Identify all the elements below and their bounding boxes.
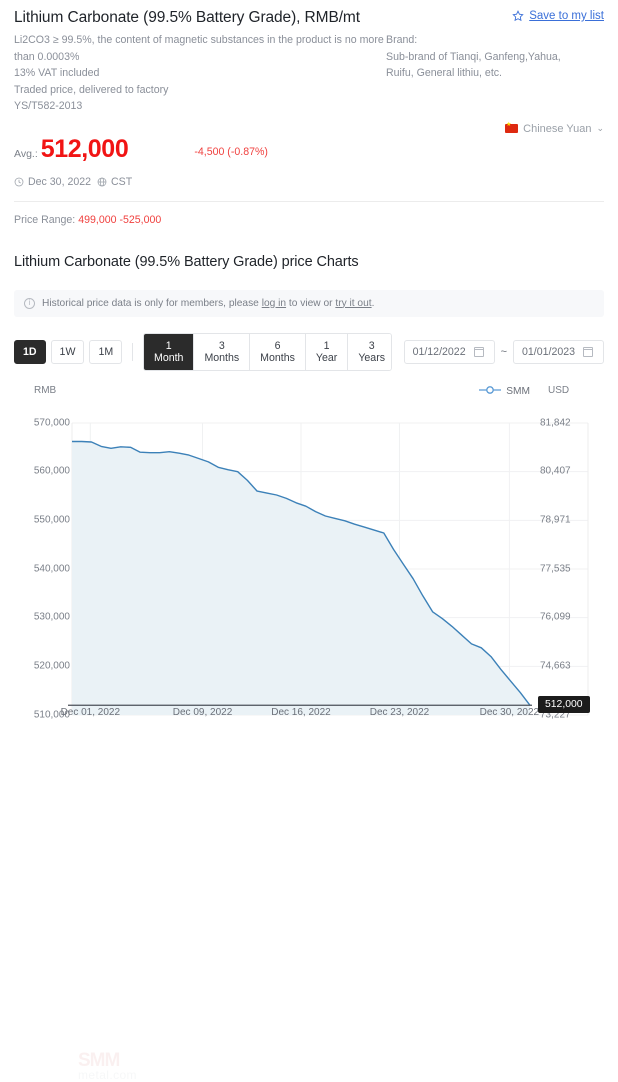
- price-date-label: Dec 30, 2022: [28, 175, 92, 188]
- notice-text: Historical price data is only for member…: [42, 298, 374, 309]
- notice-post: .: [371, 297, 375, 309]
- x-axis-tick: Dec 23, 2022: [369, 706, 430, 718]
- spec-line: than 0.0003%: [14, 50, 80, 63]
- star-icon: [512, 10, 524, 22]
- price-range-label: Price Range:: [14, 213, 76, 226]
- members-notice: i Historical price data is only for memb…: [14, 289, 604, 317]
- date-range-separator: ~: [500, 345, 507, 358]
- x-axis-tick: Dec 09, 2022: [172, 706, 233, 718]
- brand-label: Brand:: [386, 34, 418, 46]
- chevron-down-icon: ⌄: [596, 123, 604, 133]
- chart-section-title: Lithium Carbonate (99.5% Battery Grade) …: [14, 253, 359, 270]
- price-timezone: CST: [97, 176, 132, 188]
- date-from-input[interactable]: 01/12/2022: [403, 339, 495, 364]
- save-to-my-list-label: Save to my list: [529, 10, 604, 22]
- price-chart[interactable]: RMB USD SMM SMM metal.com 570,000 560,000…: [0, 385, 618, 1082]
- date-to-input[interactable]: 01/01/2023: [513, 339, 604, 364]
- info-icon: i: [24, 297, 35, 309]
- spec-line: YS/T582-2013: [14, 100, 83, 112]
- range-button-3-years[interactable]: 3 Years: [348, 333, 391, 370]
- y-axis-right-tick: 77,535: [540, 563, 571, 574]
- notice-mid: to view or: [288, 297, 333, 309]
- watermark-line-2: metal.com: [78, 1067, 137, 1082]
- calendar-icon: [473, 346, 484, 357]
- notice-pre: Historical price data is only for member…: [42, 297, 259, 309]
- range-button-6-months[interactable]: 6 Months: [250, 333, 306, 370]
- price-change: -4,500 (-0.87%): [194, 145, 268, 158]
- range-button-1-month[interactable]: 1 Month: [144, 333, 195, 370]
- avg-price-value: 512,000: [40, 134, 129, 163]
- price-range-value: 499,000 -525,000: [78, 213, 162, 226]
- date-from-value: 01/12/2022: [412, 345, 466, 358]
- spec-line: Li2CO3 ≥ 99.5%, the content of magnetic …: [14, 34, 384, 46]
- spec-line: Sub-brand of Tianqi, Ganfeng,Yahua,: [386, 50, 561, 63]
- watermark-line-1: SMM: [78, 1049, 120, 1071]
- price-range-row: Price Range: 499,000 -525,000: [0, 202, 618, 226]
- y-axis-left-tick: 570,000: [33, 417, 70, 428]
- chart-canvas: [68, 422, 589, 715]
- date-range-picker: 01/12/2022 ~ 01/01/2023: [403, 339, 604, 364]
- price-summary: Avg.: 512,000 -4,500 (-0.87%) Chinese Yu…: [0, 115, 618, 162]
- y-axis-right-tick: 76,099: [540, 611, 571, 623]
- price-meta: Dec 30, 2022 CST: [0, 162, 618, 188]
- log-in-link[interactable]: log in: [262, 298, 286, 309]
- range-button-3-months[interactable]: 3 Months: [194, 333, 251, 370]
- price-date: Dec 30, 2022: [14, 176, 91, 188]
- interval-button-1d[interactable]: 1D: [14, 339, 46, 364]
- date-to-value: 01/01/2023: [522, 345, 576, 358]
- avg-label: Avg.:: [14, 147, 38, 160]
- y-axis-left-tick: 520,000: [33, 660, 70, 672]
- try-it-out-link[interactable]: try it out: [335, 298, 371, 309]
- clock-icon: [14, 177, 24, 187]
- chart-watermark: SMM metal.com: [78, 1049, 137, 1082]
- chart-value-tooltip: 512,000: [538, 695, 590, 713]
- y-axis-right-tick: 78,971: [540, 514, 571, 526]
- control-divider: [132, 342, 133, 361]
- spec-line: 13% VAT included: [14, 67, 100, 79]
- x-axis-tick: Dec 30, 2022: [479, 706, 540, 718]
- china-flag-icon: [505, 121, 519, 133]
- timezone-label: CST: [111, 175, 133, 188]
- spec-column-left: Li2CO3 ≥ 99.5%, the content of magnetic …: [14, 32, 386, 115]
- interval-button-1m[interactable]: 1M: [89, 339, 123, 364]
- y-axis-right-tick: 80,407: [540, 465, 571, 477]
- y-axis-right-tick: 81,842: [540, 417, 571, 428]
- currency-selector[interactable]: Chinese Yuan ⌄: [505, 121, 604, 135]
- y-axis-left-tick: 560,000: [33, 465, 70, 477]
- interval-button-group: 1D 1W 1M: [14, 339, 127, 364]
- interval-button-1w[interactable]: 1W: [50, 339, 85, 364]
- x-axis-tick: Dec 16, 2022: [271, 706, 331, 718]
- chart-controls: 1D 1W 1M 1 Month 3 Months 6 Months 1 Yea…: [14, 332, 604, 371]
- y-axis-left-tick: 530,000: [33, 611, 70, 623]
- spec-line: Ruifu, General lithiu, etc.: [386, 67, 502, 79]
- product-header: Lithium Carbonate (99.5% Battery Grade),…: [0, 0, 618, 115]
- range-button-1-year[interactable]: 1 Year: [305, 333, 349, 370]
- spec-line: Traded price, delivered to factory: [14, 83, 169, 96]
- spec-column-right: Brand: Sub-brand of Tianqi, Ganfeng,Yahu…: [386, 32, 604, 115]
- currency-label: Chinese Yuan: [523, 122, 592, 135]
- globe-icon: [97, 177, 107, 187]
- y-axis-left-tick: 540,000: [33, 563, 70, 574]
- calendar-icon: [583, 346, 594, 357]
- price-row: Avg.: 512,000 -4,500 (-0.87%): [14, 134, 604, 163]
- spec-columns: Li2CO3 ≥ 99.5%, the content of magnetic …: [14, 32, 604, 115]
- x-axis-tick: Dec 01, 2022: [60, 706, 121, 718]
- y-axis-right-tick: 74,663: [540, 660, 571, 672]
- y-axis-left-tick: 550,000: [33, 514, 70, 526]
- range-button-group: 1 Month 3 Months 6 Months 1 Year 3 Years: [143, 332, 392, 371]
- save-to-my-list-button[interactable]: Save to my list: [512, 10, 604, 22]
